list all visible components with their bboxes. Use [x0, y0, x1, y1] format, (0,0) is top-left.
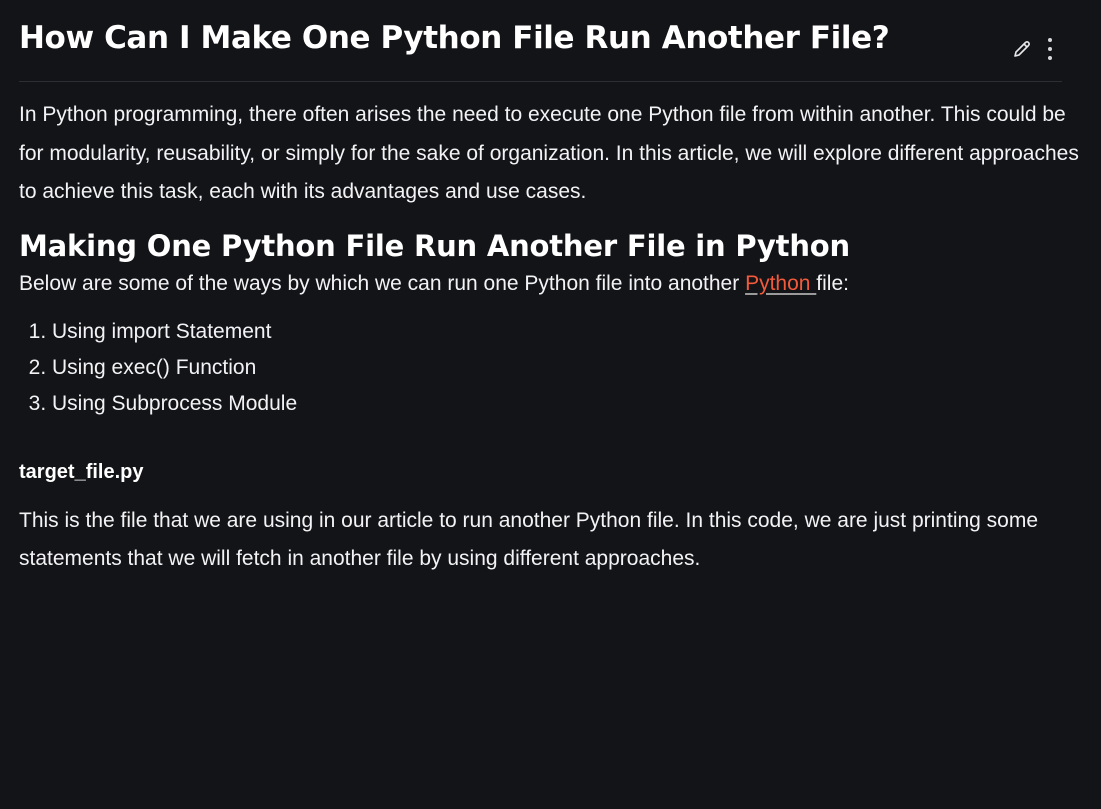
- lead-text-after: file:: [816, 271, 849, 295]
- methods-list: Using import Statement Using exec() Func…: [19, 314, 1079, 422]
- pencil-icon[interactable]: [1012, 39, 1032, 59]
- article-header: How Can I Make One Python File Run Anoth…: [19, 18, 1062, 82]
- list-item: Using import Statement: [52, 314, 1079, 350]
- lead-text-before: Below are some of the ways by which we c…: [19, 271, 746, 295]
- page-title: How Can I Make One Python File Run Anoth…: [19, 20, 890, 56]
- list-item: Using Subprocess Module: [52, 386, 1079, 422]
- lead-paragraph: Below are some of the ways by which we c…: [19, 268, 1079, 300]
- file-description: This is the file that we are using in ou…: [19, 508, 1039, 571]
- file-label: target_file.py: [19, 460, 144, 483]
- intro-paragraph: In Python programming, there often arise…: [19, 103, 1079, 203]
- more-vertical-icon[interactable]: [1046, 36, 1054, 62]
- header-actions: [1012, 36, 1054, 62]
- python-link[interactable]: Python: [745, 272, 816, 295]
- list-item: Using exec() Function: [52, 350, 1079, 386]
- article-body: In Python programming, there often arise…: [19, 96, 1079, 579]
- section-heading: Making One Python File Run Another File …: [19, 228, 850, 263]
